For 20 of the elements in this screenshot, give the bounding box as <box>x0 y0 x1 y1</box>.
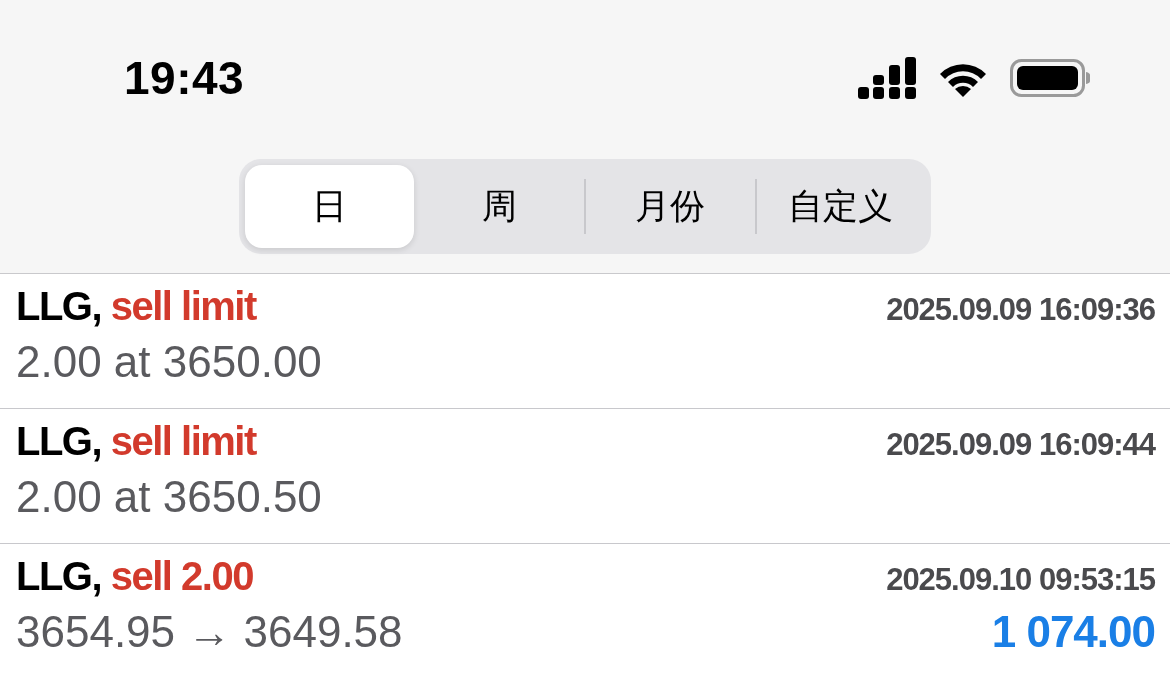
order-row[interactable]: LLG, sell 2.00 2025.09.10 09:53:15 3654.95 → 3649.58 1 074.00 <box>0 544 1170 675</box>
order-row[interactable]: LLG, sell limit 2025.09.09 16:09:36 2.00 at 3650.00 <box>0 274 1170 409</box>
status-time: 19:43 <box>124 51 245 105</box>
order-profit: 1 074.00 <box>991 607 1155 657</box>
order-time: 2025.09.10 09:53:15 <box>886 562 1155 598</box>
order-title: LLG, sell limit <box>16 419 256 464</box>
cellular-signal-icon <box>858 57 916 99</box>
period-tab[interactable]: 自定义 <box>756 165 925 248</box>
order-detail: 3654.95 → 3649.58 <box>16 607 403 657</box>
order-detail: 2.00 at 3650.00 <box>16 337 322 387</box>
order-row[interactable]: LLG, sell limit 2025.09.09 16:09:44 2.00 at 3650.50 <box>0 409 1170 544</box>
order-detail: 2.00 at 3650.50 <box>16 472 322 522</box>
order-time: 2025.09.09 16:09:44 <box>886 427 1155 463</box>
period-tab[interactable]: 日 <box>245 165 414 248</box>
battery-icon <box>1010 59 1090 97</box>
order-time: 2025.09.09 16:09:36 <box>886 292 1155 328</box>
period-tab[interactable]: 月份 <box>586 165 755 248</box>
order-title: LLG, sell 2.00 <box>16 554 253 599</box>
period-tab[interactable]: 周 <box>415 165 584 248</box>
order-title: LLG, sell limit <box>16 284 256 329</box>
